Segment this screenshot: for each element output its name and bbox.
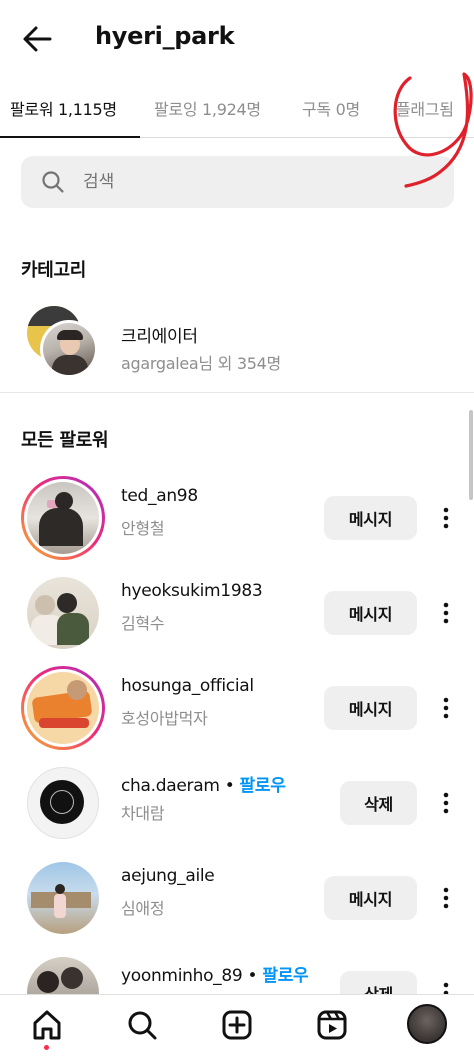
more-options-icon[interactable] — [434, 694, 458, 722]
more-options-icon[interactable] — [434, 599, 458, 627]
follower-fullname: 김혁수 — [121, 614, 165, 633]
more-options-icon[interactable] — [434, 504, 458, 532]
bottom-nav — [0, 994, 474, 1056]
more-options-icon[interactable] — [434, 884, 458, 912]
follower-fullname: 심애정 — [121, 899, 165, 918]
category-subtitle: agargalea님 외 354명 — [121, 354, 281, 373]
active-tab-indicator — [0, 136, 140, 138]
message-button[interactable]: 메시지 — [324, 686, 417, 730]
more-options-icon[interactable] — [434, 789, 458, 817]
search-icon — [42, 171, 64, 193]
avatar-story-ring[interactable] — [21, 476, 105, 560]
avatar-frame[interactable] — [21, 856, 105, 940]
message-button[interactable]: 메시지 — [324, 496, 417, 540]
follower-row[interactable]: hyeoksukim1983 김혁수 메시지 — [0, 567, 474, 662]
follower-row[interactable]: aejung_aile 심애정 메시지 — [0, 852, 474, 947]
home-icon[interactable] — [27, 1005, 67, 1045]
notification-dot — [44, 1045, 49, 1050]
follower-username[interactable]: yoonminho_89 • 팔로우 — [121, 961, 309, 986]
search-input[interactable] — [83, 166, 433, 198]
remove-button[interactable]: 삭제 — [340, 781, 417, 825]
avatar — [27, 767, 99, 839]
avatar-story-ring[interactable] — [21, 666, 105, 750]
reels-icon[interactable] — [312, 1005, 352, 1045]
arrow-left-icon[interactable] — [18, 20, 58, 60]
red-annotation-mark — [393, 72, 473, 188]
avatar — [27, 577, 99, 649]
follower-fullname: 차대람 — [121, 804, 165, 823]
follower-fullname: 호성아밥먹자 — [121, 709, 208, 728]
message-button[interactable]: 메시지 — [324, 876, 417, 920]
follower-username[interactable]: aejung_aile — [121, 866, 215, 886]
tab-followers[interactable]: 팔로워 1,115명 — [10, 96, 117, 120]
category-creator[interactable]: 크리에이터 agargalea님 외 354명 — [0, 300, 474, 392]
page-title: hyeri_park — [95, 22, 235, 50]
follower-row[interactable]: ted_an98 안형철 메시지 — [0, 472, 474, 567]
scrollbar[interactable] — [469, 410, 473, 500]
category-heading: 카테고리 — [21, 260, 87, 281]
follower-username[interactable]: ted_an98 — [121, 486, 198, 506]
avatar — [27, 672, 99, 744]
message-button[interactable]: 메시지 — [324, 591, 417, 635]
follower-username[interactable]: cha.daeram • 팔로우 — [121, 771, 286, 796]
avatar — [27, 482, 99, 554]
section-divider — [0, 392, 474, 393]
avatar-frame[interactable] — [21, 571, 105, 655]
follower-username[interactable]: hyeoksukim1983 — [121, 581, 263, 601]
search-icon[interactable] — [122, 1005, 162, 1045]
profile-avatar[interactable] — [407, 1004, 447, 1044]
create-icon[interactable] — [217, 1005, 257, 1045]
category-name: 크리에이터 — [121, 327, 198, 347]
category-avatar-front — [40, 320, 98, 378]
follower-row[interactable]: hosunga_official 호성아밥먹자 메시지 — [0, 662, 474, 757]
follower-username[interactable]: hosunga_official — [121, 676, 254, 696]
avatar-frame[interactable] — [21, 761, 105, 845]
tab-following[interactable]: 팔로잉 1,924명 — [154, 96, 261, 120]
follower-fullname: 안형철 — [121, 519, 165, 538]
all-followers-heading: 모든 팔로워 — [21, 430, 109, 451]
avatar — [27, 862, 99, 934]
follow-link[interactable]: 팔로우 — [240, 776, 286, 796]
follower-row[interactable]: cha.daeram • 팔로우 차대람 삭제 — [0, 757, 474, 852]
top-bar: hyeri_park — [0, 0, 474, 78]
tab-subscriptions[interactable]: 구독 0명 — [302, 96, 360, 120]
follow-link[interactable]: 팔로우 — [262, 966, 308, 986]
